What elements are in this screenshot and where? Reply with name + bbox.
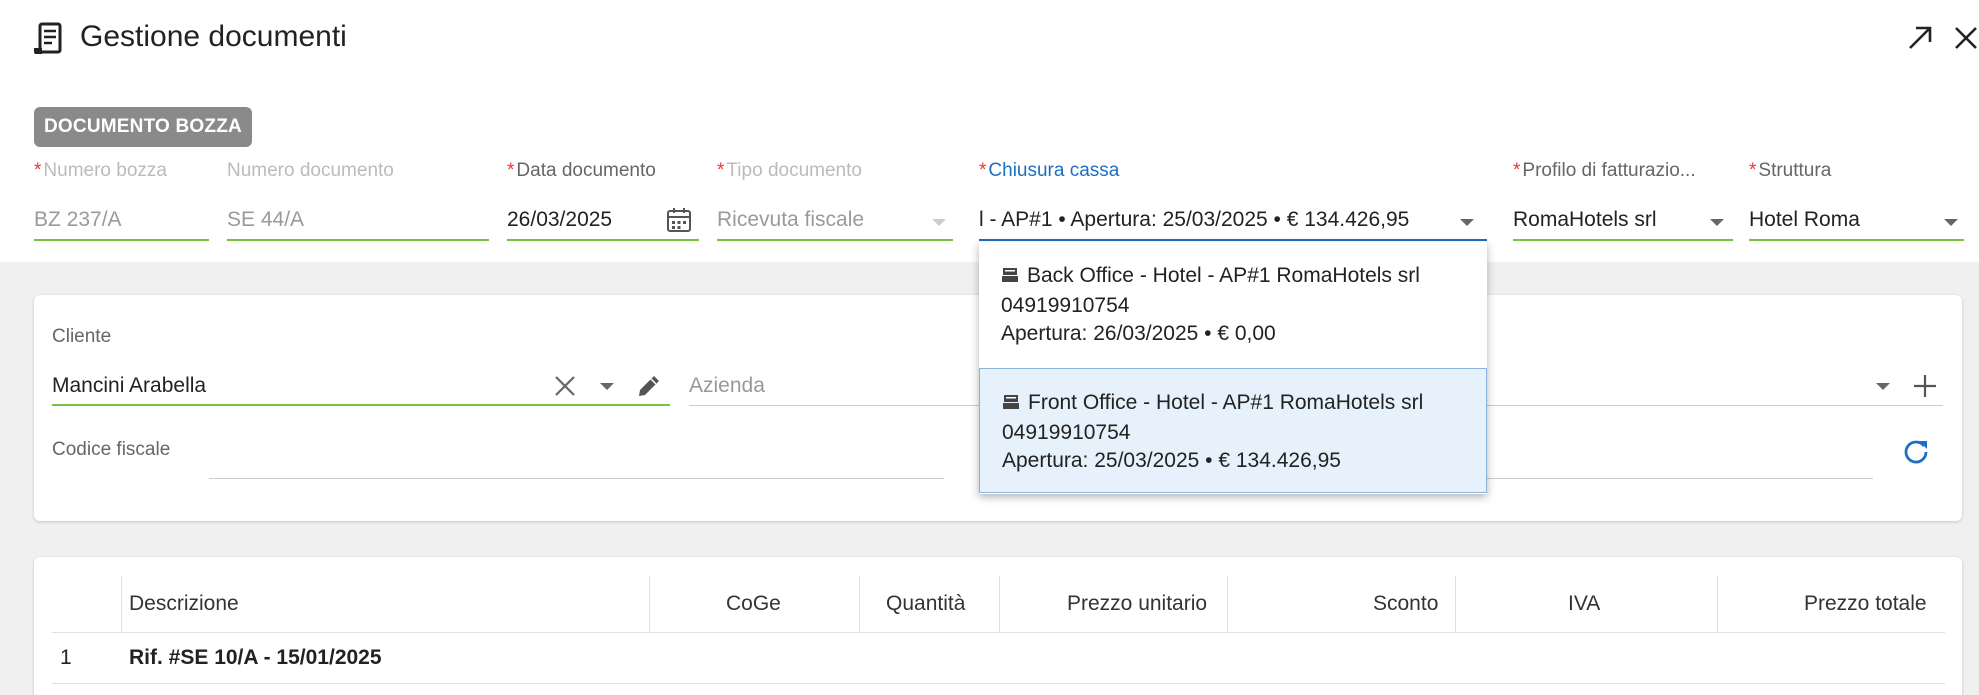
chevron-down-icon[interactable] [1710, 219, 1724, 226]
chevron-down-icon [932, 219, 946, 226]
cliente-value[interactable]: Mancini Arabella [52, 374, 206, 398]
row-divider [52, 683, 1945, 684]
data-documento-label: * Data documento [507, 160, 656, 181]
row-number: 1 [60, 646, 72, 669]
struttura-select[interactable]: Hotel Roma [1749, 208, 1860, 232]
chevron-down-icon[interactable] [1876, 383, 1890, 390]
column-header-iva[interactable]: IVA [1568, 576, 1600, 632]
option-code: 04919910754 [1001, 294, 1130, 317]
data-documento-field[interactable]: * Data documento 26/03/2025 [507, 160, 699, 242]
cliente-label: Cliente [52, 326, 112, 347]
chiusura-cassa-field[interactable]: * Chiusura cassa l - AP#1 • Apertura: 25/… [979, 160, 1487, 242]
profilo-fatturazione-label: * Profilo di fatturazio... [1513, 160, 1696, 181]
numero-bozza-value: BZ 237/A [34, 208, 122, 231]
status-badge: DOCUMENTO BOZZA [34, 107, 252, 147]
chevron-down-icon[interactable] [1460, 219, 1474, 226]
numero-documento-field: Numero documento SE 44/A [227, 160, 489, 242]
cliente-input[interactable]: Mancini Arabella [52, 374, 206, 398]
column-header-coge[interactable]: CoGe [726, 576, 781, 632]
tipo-documento-select: Ricevuta fiscale [717, 208, 865, 231]
chevron-down-icon[interactable] [1944, 219, 1958, 226]
chiusura-cassa-input[interactable]: l - AP#1 • Apertura: 25/03/2025 • € 134.… [979, 208, 1449, 232]
numero-bozza-label: * Numero bozza [34, 160, 167, 181]
data-documento-underline [507, 239, 699, 241]
dropdown-option[interactable]: Back Office - Hotel - AP#1 RomaHotels sr… [979, 242, 1487, 367]
column-header-sconto[interactable]: Sconto [1373, 576, 1438, 632]
refresh-icon[interactable] [1902, 437, 1930, 465]
column-divider [999, 576, 1000, 632]
column-divider [649, 576, 650, 632]
column-divider [859, 576, 860, 632]
azienda-placeholder[interactable]: Azienda [689, 374, 765, 398]
column-header-prezzo-unitario[interactable]: Prezzo unitario [1067, 576, 1207, 632]
expand-icon[interactable] [1904, 22, 1936, 54]
document-header: Gestione documenti DOCUMENTO BOZZA * Nume… [0, 0, 1979, 262]
option-code: 04919910754 [1002, 421, 1131, 444]
option-title: Back Office - Hotel - AP#1 RomaHotels sr… [1027, 264, 1420, 287]
struttura-field[interactable]: * Struttura Hotel Roma [1749, 160, 1964, 242]
tipo-documento-field: * Tipo documento Ricevuta fiscale [717, 160, 953, 242]
secondary-field-underline[interactable] [1487, 478, 1873, 479]
profilo-fatturazione-field[interactable]: * Profilo di fatturazio... RomaHotels srl [1513, 160, 1733, 242]
calendar-icon[interactable] [665, 206, 693, 234]
column-header-descrizione[interactable]: Descrizione [129, 576, 239, 632]
row-descrizione: Rif. #SE 10/A - 15/01/2025 [129, 646, 382, 669]
chiusura-cassa-underline [979, 239, 1487, 241]
numero-documento-label: Numero documento [227, 160, 394, 181]
column-divider [121, 576, 122, 632]
tipo-documento-label: * Tipo documento [717, 160, 862, 181]
struttura-underline [1749, 239, 1964, 241]
cliente-label-wrap: Cliente [52, 326, 111, 348]
cash-register-icon [1002, 391, 1020, 419]
profilo-fatturazione-underline [1513, 239, 1733, 241]
codice-fiscale-underline[interactable] [209, 478, 944, 479]
chevron-down-icon[interactable] [600, 383, 614, 390]
chiusura-cassa-dropdown: Back Office - Hotel - AP#1 RomaHotels sr… [979, 242, 1487, 494]
column-header-prezzo-totale[interactable]: Prezzo totale [1804, 576, 1927, 632]
column-divider [1227, 576, 1228, 632]
chiusura-cassa-label: * Chiusura cassa [979, 160, 1120, 181]
dropdown-option-selected[interactable]: Front Office - Hotel - AP#1 RomaHotels s… [979, 368, 1487, 493]
codice-fiscale-label: Codice fiscale [52, 439, 171, 460]
option-apertura: Apertura: 25/03/2025 • € 134.426,95 [1002, 449, 1341, 472]
numero-bozza-underline [34, 239, 209, 241]
table-row[interactable]: 1 Rif. #SE 10/A - 15/01/2025 [52, 633, 1945, 683]
column-divider [1717, 576, 1718, 632]
cliente-underline [52, 404, 670, 406]
numero-documento-value: SE 44/A [227, 208, 305, 231]
page-title: Gestione documenti [80, 20, 347, 53]
clear-icon[interactable] [553, 374, 577, 398]
cash-register-icon [1001, 264, 1019, 292]
numero-bozza-field: * Numero bozza BZ 237/A [34, 160, 209, 242]
profilo-fatturazione-select[interactable]: RomaHotels srl [1513, 208, 1657, 232]
codice-fiscale-label-wrap: Codice fiscale [52, 439, 170, 461]
receipt-icon [34, 22, 62, 54]
struttura-label: * Struttura [1749, 160, 1832, 181]
azienda-input[interactable]: Azienda [689, 374, 765, 398]
data-documento-input[interactable]: 26/03/2025 [507, 208, 612, 232]
numero-documento-underline [227, 239, 489, 241]
column-header-quantita[interactable]: Quantità [886, 576, 965, 632]
option-title: Front Office - Hotel - AP#1 RomaHotels s… [1028, 391, 1424, 414]
close-icon[interactable] [1950, 22, 1979, 54]
column-divider [1455, 576, 1456, 632]
add-icon[interactable] [1912, 373, 1938, 399]
tipo-documento-underline [717, 239, 953, 241]
edit-icon[interactable] [635, 372, 663, 400]
option-apertura: Apertura: 26/03/2025 • € 0,00 [1001, 322, 1276, 345]
